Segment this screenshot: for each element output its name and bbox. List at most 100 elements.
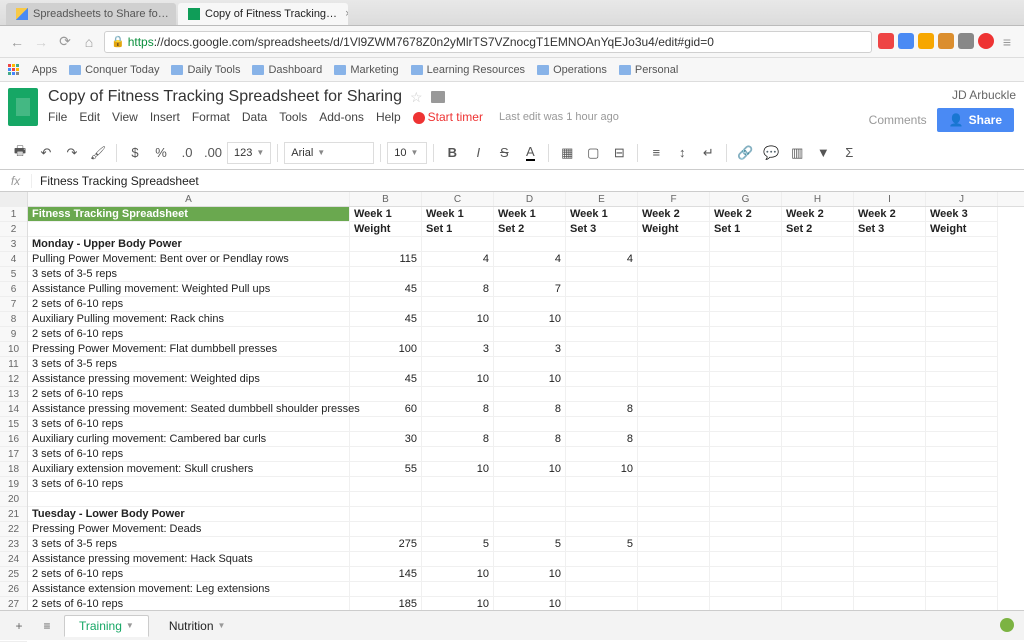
cell[interactable] xyxy=(926,387,998,402)
bookmark[interactable]: Operations xyxy=(537,64,607,76)
cell[interactable]: Assistance Pulling movement: Weighted Pu… xyxy=(28,282,350,297)
cell[interactable] xyxy=(782,492,854,507)
cell[interactable] xyxy=(854,552,926,567)
cell[interactable] xyxy=(782,507,854,522)
cell[interactable] xyxy=(494,357,566,372)
ext-icon[interactable] xyxy=(978,33,994,49)
cell[interactable] xyxy=(350,267,422,282)
cell[interactable] xyxy=(638,537,710,552)
sheet-tab[interactable]: Nutrition▼ xyxy=(155,616,240,636)
bookmark[interactable]: Marketing xyxy=(334,64,398,76)
cell[interactable] xyxy=(854,522,926,537)
cell[interactable] xyxy=(782,447,854,462)
cell[interactable] xyxy=(638,552,710,567)
cell[interactable]: 2 sets of 6-10 reps xyxy=(28,567,350,582)
cell[interactable] xyxy=(854,537,926,552)
fill-color-icon[interactable]: ▦ xyxy=(555,141,579,165)
cell[interactable] xyxy=(422,297,494,312)
cell[interactable]: 4 xyxy=(422,252,494,267)
number-format-select[interactable]: 123▼ xyxy=(227,142,271,164)
cell[interactable] xyxy=(422,357,494,372)
row-header[interactable]: 21 xyxy=(0,507,27,522)
cell[interactable]: 145 xyxy=(350,567,422,582)
cell[interactable]: 10 xyxy=(422,372,494,387)
cell[interactable]: Assistance extension movement: Leg exten… xyxy=(28,582,350,597)
start-timer[interactable]: Start timer xyxy=(413,110,483,124)
cell[interactable]: Assistance pressing movement: Weighted d… xyxy=(28,372,350,387)
column-header[interactable]: H xyxy=(782,192,854,206)
cell[interactable] xyxy=(854,312,926,327)
cell[interactable] xyxy=(566,327,638,342)
cell[interactable] xyxy=(566,477,638,492)
cell[interactable] xyxy=(422,522,494,537)
cell[interactable] xyxy=(422,327,494,342)
cell[interactable]: 10 xyxy=(566,462,638,477)
cell[interactable]: 8 xyxy=(422,402,494,417)
ext-icon[interactable] xyxy=(958,33,974,49)
cell[interactable]: Pressing Power Movement: Flat dumbbell p… xyxy=(28,342,350,357)
cell[interactable] xyxy=(854,387,926,402)
cell[interactable] xyxy=(494,447,566,462)
cell[interactable] xyxy=(926,537,998,552)
cell[interactable] xyxy=(782,522,854,537)
cell[interactable] xyxy=(494,297,566,312)
cell[interactable] xyxy=(854,567,926,582)
cell[interactable]: Monday - Upper Body Power xyxy=(28,237,350,252)
cell[interactable] xyxy=(782,267,854,282)
column-header[interactable]: G xyxy=(710,192,782,206)
column-header[interactable]: C xyxy=(422,192,494,206)
cell[interactable] xyxy=(710,507,782,522)
cell[interactable]: Week 1 xyxy=(350,207,422,222)
cell[interactable] xyxy=(854,462,926,477)
bookmark[interactable]: Dashboard xyxy=(252,64,322,76)
cell[interactable]: 5 xyxy=(494,537,566,552)
dec-increase-icon[interactable]: .00 xyxy=(201,141,225,165)
cell[interactable]: Week 2 xyxy=(638,207,710,222)
cell[interactable] xyxy=(926,372,998,387)
cell[interactable] xyxy=(926,282,998,297)
menu-insert[interactable]: Insert xyxy=(150,110,180,124)
cell[interactable]: Fitness Tracking Spreadsheet xyxy=(28,207,350,222)
cell[interactable] xyxy=(494,417,566,432)
cell[interactable] xyxy=(710,267,782,282)
cell[interactable]: 10 xyxy=(422,567,494,582)
cell[interactable] xyxy=(638,567,710,582)
cell[interactable] xyxy=(926,267,998,282)
browser-tab[interactable]: Copy of Fitness Tracking… × xyxy=(178,3,348,25)
cell[interactable] xyxy=(494,237,566,252)
address-bar[interactable]: 🔒 https://docs.google.com/spreadsheets/d… xyxy=(104,31,872,53)
cell[interactable]: Set 3 xyxy=(854,222,926,237)
cell[interactable]: 60 xyxy=(350,402,422,417)
bookmark[interactable]: Conquer Today xyxy=(69,64,159,76)
cell[interactable] xyxy=(926,567,998,582)
cell[interactable] xyxy=(710,342,782,357)
cell[interactable] xyxy=(350,492,422,507)
cell[interactable]: 3 xyxy=(422,342,494,357)
cell[interactable] xyxy=(638,237,710,252)
cell[interactable]: Week 2 xyxy=(710,207,782,222)
row-header[interactable]: 22 xyxy=(0,522,27,537)
cell[interactable]: 2 sets of 6-10 reps xyxy=(28,327,350,342)
cell[interactable] xyxy=(926,432,998,447)
cell[interactable] xyxy=(710,402,782,417)
row-header[interactable]: 11 xyxy=(0,357,27,372)
cell[interactable]: Assistance pressing movement: Hack Squat… xyxy=(28,552,350,567)
strike-icon[interactable]: S xyxy=(492,141,516,165)
cell[interactable]: Set 1 xyxy=(710,222,782,237)
row-header[interactable]: 8 xyxy=(0,312,27,327)
cell[interactable] xyxy=(494,582,566,597)
cell[interactable] xyxy=(926,507,998,522)
cell[interactable]: Week 2 xyxy=(782,207,854,222)
cell[interactable]: 3 sets of 6-10 reps xyxy=(28,477,350,492)
back-button[interactable]: ← xyxy=(8,33,26,51)
cell[interactable] xyxy=(926,342,998,357)
cell[interactable] xyxy=(638,327,710,342)
cell[interactable]: 5 xyxy=(566,537,638,552)
cell[interactable]: 8 xyxy=(566,432,638,447)
cell[interactable]: 3 sets of 3-5 reps xyxy=(28,357,350,372)
cell[interactable] xyxy=(566,417,638,432)
cell[interactable]: 3 sets of 6-10 reps xyxy=(28,447,350,462)
cell[interactable] xyxy=(350,387,422,402)
cell[interactable] xyxy=(782,402,854,417)
cell[interactable]: 4 xyxy=(494,252,566,267)
